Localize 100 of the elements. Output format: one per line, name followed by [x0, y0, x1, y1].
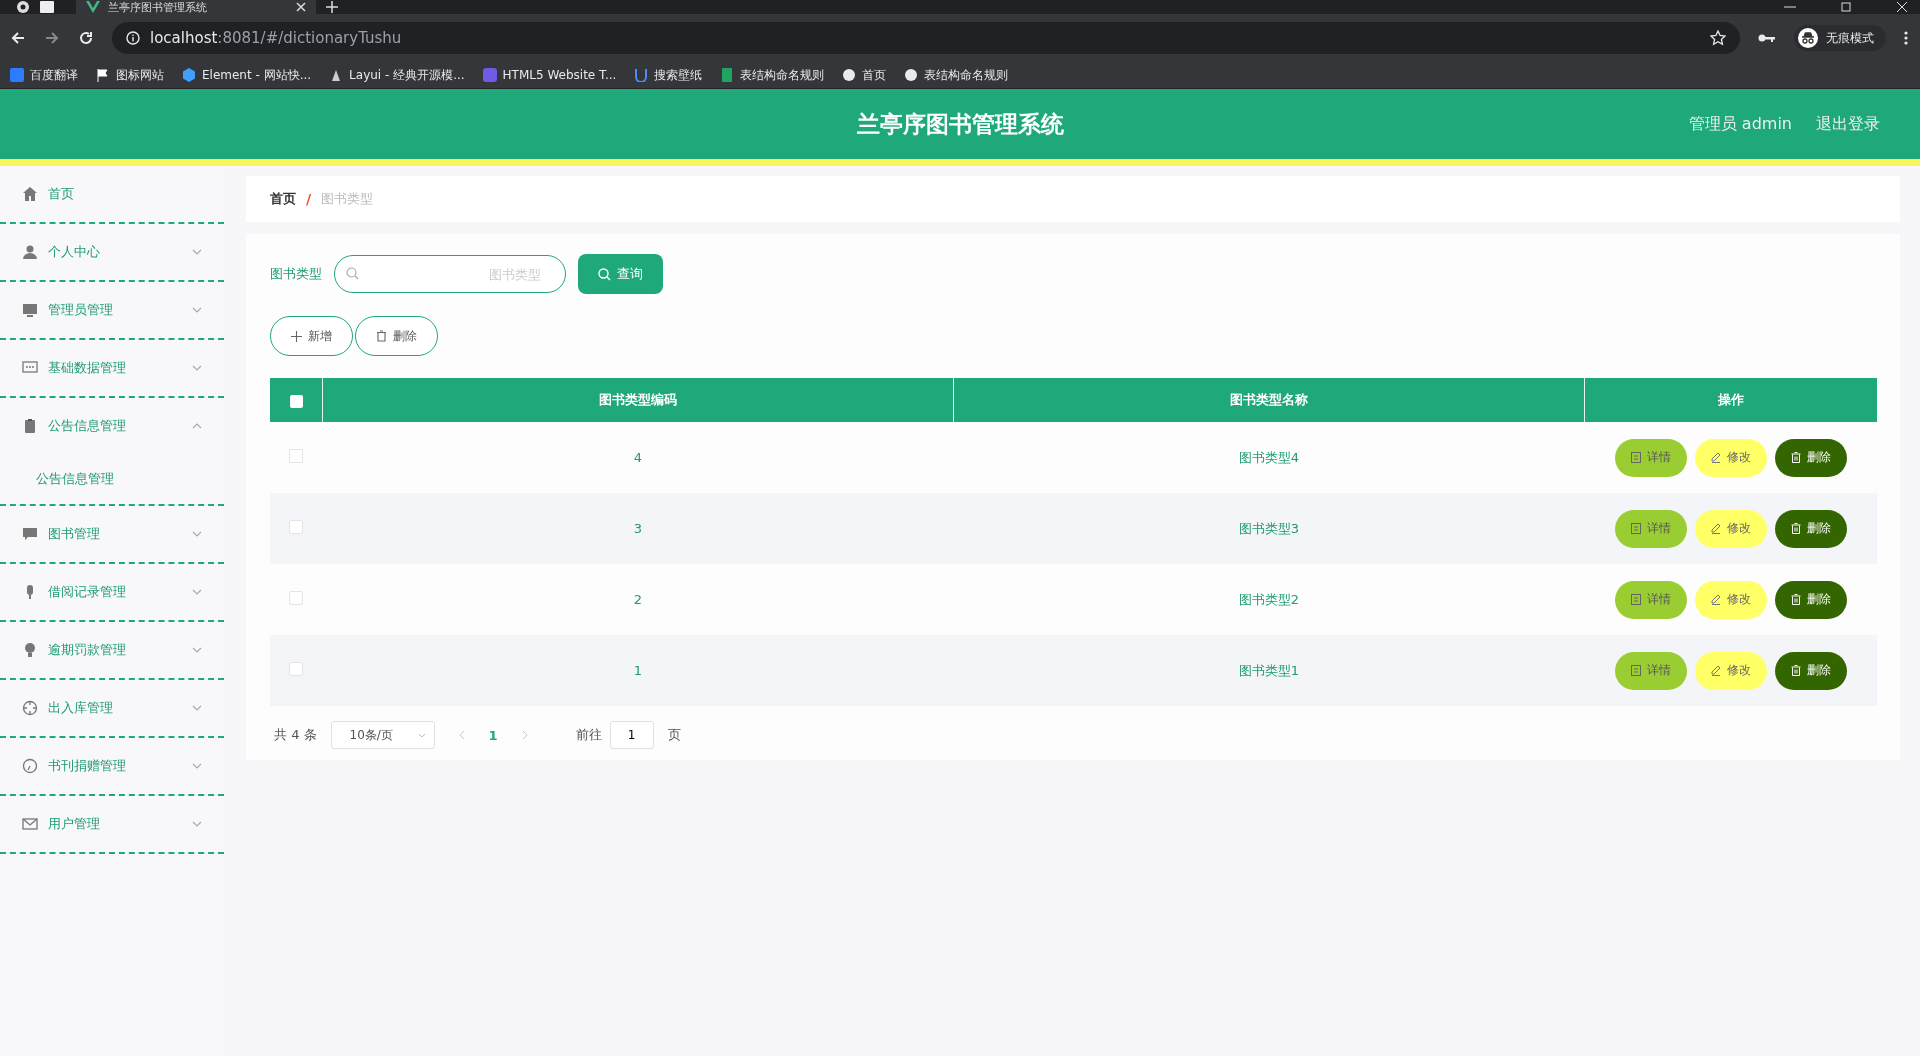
- table-cell: 图书类型3: [953, 493, 1585, 564]
- sidebar-item[interactable]: 借阅记录管理: [0, 564, 224, 620]
- delete-button[interactable]: 删除: [1774, 580, 1847, 619]
- chevron-down-icon: [192, 365, 202, 371]
- person-icon: [22, 244, 38, 260]
- page-number[interactable]: 1: [488, 727, 498, 743]
- bookmark[interactable]: 搜索壁纸: [634, 66, 703, 84]
- row-checkbox[interactable]: [289, 449, 304, 463]
- delete-button[interactable]: 删除: [1774, 651, 1847, 690]
- document-icon: [1630, 523, 1641, 534]
- monitor-icon: [22, 302, 38, 318]
- magnet-icon: [634, 68, 649, 82]
- new-tab-icon[interactable]: [326, 1, 338, 13]
- table-cell: 3: [322, 493, 954, 564]
- add-button[interactable]: 新增: [270, 316, 353, 356]
- key-icon[interactable]: [1758, 33, 1776, 43]
- sidebar-item[interactable]: 出入库管理: [0, 680, 224, 736]
- chevron-down-icon: [192, 589, 202, 595]
- bookmark[interactable]: 百度翻译: [10, 66, 78, 84]
- search-label: 图书类型: [270, 265, 322, 283]
- chevron-down-icon: [192, 531, 202, 537]
- chevron-down-icon: [192, 307, 202, 313]
- edit-button[interactable]: 修改: [1694, 509, 1767, 548]
- sheet-icon: [720, 68, 735, 82]
- edit-button[interactable]: 修改: [1694, 438, 1767, 477]
- chevron-down-icon: [192, 821, 202, 827]
- row-checkbox[interactable]: [289, 520, 304, 534]
- row-checkbox[interactable]: [289, 662, 304, 676]
- bookmark[interactable]: HTML5 Website T...: [482, 68, 617, 82]
- more-icon[interactable]: [1904, 31, 1908, 45]
- address-field[interactable]: localhost:8081/#/dictionaryTushu: [112, 22, 1740, 54]
- sidebar-item[interactable]: 公告信息管理: [0, 398, 224, 454]
- bookmark[interactable]: 图标网站: [96, 66, 164, 84]
- row-checkbox[interactable]: [289, 591, 304, 605]
- reload-icon[interactable]: [78, 30, 94, 46]
- breadcrumb-separator: /: [306, 191, 312, 207]
- trash-icon: [1790, 523, 1801, 534]
- star-icon[interactable]: [1710, 30, 1726, 46]
- mail-icon: [22, 816, 38, 832]
- sidebar-item[interactable]: 个人中心: [0, 224, 224, 280]
- delete-button[interactable]: 删除: [1774, 438, 1847, 477]
- clipboard-icon: [22, 418, 38, 434]
- table-cell: 1: [322, 635, 954, 706]
- restore-icon[interactable]: [1840, 2, 1852, 12]
- bookmark[interactable]: Layui - 经典开源模...: [329, 66, 465, 84]
- breadcrumb-item[interactable]: 首页: [270, 190, 296, 208]
- close-window-icon[interactable]: [1896, 2, 1908, 12]
- document-icon: [1630, 594, 1641, 605]
- query-button[interactable]: 查询: [578, 254, 663, 294]
- select-all-checkbox[interactable]: [289, 394, 303, 408]
- pencil-icon: [1710, 665, 1721, 676]
- edit-button[interactable]: 修改: [1694, 651, 1767, 690]
- url-host: localhost: [150, 29, 218, 47]
- bookmark[interactable]: 首页: [842, 66, 887, 84]
- sidebar-item[interactable]: 首页: [0, 166, 224, 222]
- back-icon[interactable]: [10, 30, 26, 46]
- breadcrumb-item: 图书类型: [321, 190, 374, 208]
- sidebar-item[interactable]: 管理员管理: [0, 282, 224, 338]
- forward-icon[interactable]: [44, 30, 60, 46]
- target-icon: [22, 700, 38, 716]
- flag-icon: [96, 68, 110, 82]
- bookmark[interactable]: 表结构命名规则: [904, 66, 1009, 84]
- trash-icon: [1790, 452, 1801, 463]
- browser-tab[interactable]: 兰亭序图书管理系统: [76, 0, 316, 14]
- hexagon-icon: [182, 68, 196, 82]
- chevron-down-icon: [192, 763, 202, 769]
- sidebar-item[interactable]: 书刊捐赠管理: [0, 738, 224, 794]
- bulb-icon: [22, 642, 38, 658]
- search-icon: [346, 267, 359, 280]
- goto-page-field[interactable]: 1: [609, 721, 654, 749]
- pencil-icon: [1710, 452, 1721, 463]
- column-header: 图书类型名称: [953, 378, 1585, 422]
- sidebar-item[interactable]: 图书管理: [0, 506, 224, 562]
- bookmark[interactable]: Element - 网站快...: [182, 66, 312, 84]
- gauge-icon: [22, 758, 38, 774]
- chevron-down-icon: [192, 647, 202, 653]
- detail-button[interactable]: 详情: [1614, 580, 1687, 619]
- sidebar-item[interactable]: 逾期罚款管理: [0, 622, 224, 678]
- pencil-icon: [1710, 523, 1721, 534]
- delete-button[interactable]: 删除: [355, 316, 438, 356]
- detail-button[interactable]: 详情: [1614, 651, 1687, 690]
- detail-button[interactable]: 详情: [1614, 438, 1687, 477]
- caret-icon: [417, 732, 426, 738]
- incognito-icon: [1798, 28, 1818, 48]
- chevron-down-icon: [192, 249, 202, 255]
- page-size-select[interactable]: 10条/页: [330, 721, 435, 749]
- bookmark[interactable]: 表结构命名规则: [720, 66, 825, 84]
- sidebar-item[interactable]: 用户管理: [0, 796, 224, 852]
- minimize-icon[interactable]: [1784, 5, 1796, 9]
- edit-button[interactable]: 修改: [1694, 580, 1767, 619]
- sidebar-subitem[interactable]: 公告信息管理: [0, 454, 114, 504]
- incognito-button[interactable]: 无痕模式: [1794, 25, 1886, 51]
- delete-button[interactable]: 删除: [1774, 509, 1847, 548]
- chevron-up-icon: [192, 423, 202, 429]
- table-cell: 图书类型4: [953, 422, 1585, 493]
- chat-icon: [22, 360, 38, 376]
- sidebar-item[interactable]: 基础数据管理: [0, 340, 224, 396]
- message-icon: [22, 526, 38, 542]
- detail-button[interactable]: 详情: [1614, 509, 1687, 548]
- close-icon[interactable]: [296, 2, 306, 12]
